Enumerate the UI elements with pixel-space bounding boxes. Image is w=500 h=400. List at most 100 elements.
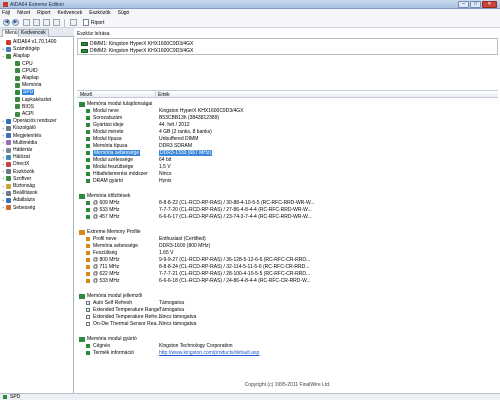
tree-item[interactable]: + Operációs rendszer xyxy=(2,118,57,124)
detail-row[interactable]: Termék információ http://www.kingston.com… xyxy=(86,350,259,356)
tree-item[interactable]: CPU xyxy=(11,61,33,67)
memory-module-icon xyxy=(79,101,85,107)
menu-report[interactable]: Riport xyxy=(37,10,50,16)
field-icon xyxy=(86,158,90,162)
tree-item[interactable]: + Adatbázis xyxy=(2,197,35,203)
spd-icon xyxy=(3,395,7,399)
tree-item[interactable]: + Háttértár xyxy=(2,147,32,153)
field-label: Extended Temperature Range xyxy=(93,307,160,313)
tree-item-label: CPUID xyxy=(22,67,38,74)
menu-bar: Fájl Nézet Riport Kedvencek Eszközök Súg… xyxy=(0,9,500,17)
tree-item[interactable]: Lapkakészlet xyxy=(11,97,51,103)
section-title: Memória modul jellemzői xyxy=(87,293,143,299)
manufacturer-icon xyxy=(79,336,85,342)
aida-logo-icon xyxy=(6,39,11,45)
detail-row[interactable]: Memória sebessége DDR3-1600 (800 MHz) xyxy=(86,243,210,249)
detail-row[interactable]: ✓ Auto Self Refresh Támogatva xyxy=(86,300,184,306)
refresh-icon[interactable] xyxy=(33,19,40,26)
close-button[interactable]: ✕ xyxy=(482,1,497,8)
menu-favorites[interactable]: Kedvencek xyxy=(57,10,82,16)
detail-row[interactable]: Gyártási ideje 44. hét / 2012 xyxy=(86,122,190,128)
detail-row[interactable]: @ 622 MHz 7-7-7-21 (CL-RCD-RP-RAS) / 28-1… xyxy=(86,271,310,277)
minimize-button[interactable]: – xyxy=(458,1,469,8)
detail-row[interactable]: Modul típusa Unbuffered DIMM xyxy=(86,136,198,142)
product-link[interactable]: http://www.kingston.com/products/default… xyxy=(159,350,259,356)
detail-row[interactable]: Profil neve Enthusiast (Certified) xyxy=(86,236,206,242)
back-button[interactable]: ◀ xyxy=(3,19,10,26)
tree-item[interactable]: + Számítógép xyxy=(2,46,40,52)
report-icon xyxy=(83,19,89,26)
tab-favorites[interactable]: Kedvencek xyxy=(18,29,49,37)
tree-item[interactable]: BIOS xyxy=(11,104,34,110)
tree-item[interactable]: + Eszközök xyxy=(2,169,34,175)
detail-row[interactable]: @ 609 MHz 8-8-8-22 (CL-RCD-RP-RAS) / 30-8… xyxy=(86,200,315,206)
detail-row[interactable]: Modul neve Kingston HyperX KHX1600C9D3/4G… xyxy=(86,108,244,114)
detail-row[interactable]: Cégnév Kingston Technology Corporation xyxy=(86,343,233,349)
tree-item[interactable]: SPD xyxy=(11,89,35,96)
report-button[interactable]: Riport xyxy=(83,19,104,26)
toolbar: ◀ ▶ Riport xyxy=(0,17,500,28)
column-divider[interactable] xyxy=(155,91,156,98)
network-icon xyxy=(6,154,11,160)
toolbar-separator xyxy=(64,19,65,27)
detail-row[interactable]: @ 533 MHz 7-7-7-20 (CL-RCD-RP-RAS) / 27-8… xyxy=(86,207,312,213)
device-item[interactable]: DIMM2: Kingston HyperX KHX1600C9D3/4GX xyxy=(81,47,193,54)
up-icon[interactable] xyxy=(23,19,30,26)
tree-item-label: Adatbázis xyxy=(13,197,35,204)
forward-button[interactable]: ▶ xyxy=(12,19,19,26)
detail-row[interactable]: Modul szélessége 64 bit xyxy=(86,157,171,163)
tree-item[interactable]: Alaplap xyxy=(11,75,39,81)
field-label: @ 622 MHz xyxy=(93,271,120,277)
detail-row[interactable]: @ 711 MHz 8-8-8-24 (CL-RCD-RP-RAS) / 32-1… xyxy=(86,264,309,270)
favorites-icon[interactable] xyxy=(70,19,77,26)
field-value: 7-7-7-21 (CL-RCD-RP-RAS) / 28-100-4-10-5… xyxy=(159,271,311,277)
field-icon xyxy=(86,172,90,176)
device-item[interactable]: DIMM1: Kingston HyperX KHX1600C9D3/4GX xyxy=(81,40,193,47)
tree-item[interactable]: − Alaplap xyxy=(2,53,30,59)
detail-row[interactable]: Extended Temperature Refre... Nincs támog… xyxy=(86,314,196,320)
detail-row[interactable]: DRAM gyártó Hynix xyxy=(86,178,172,184)
tree-item[interactable]: CPUID xyxy=(11,68,38,74)
detail-row[interactable]: @ 457 MHz 6-6-6-17 (CL-RCD-RP-RAS) / 23-7… xyxy=(86,214,312,220)
field-label: Feszültség xyxy=(93,250,118,256)
windows-icon xyxy=(6,118,11,124)
menu-file[interactable]: Fájl xyxy=(2,10,10,16)
detail-row[interactable]: Memória típusa DDR3 SDRAM xyxy=(86,143,192,149)
detail-row[interactable]: Hibafelismerési módszer Nincs xyxy=(86,171,172,177)
tree-item[interactable]: AIDA64 v1.70.1400 xyxy=(2,39,56,45)
detail-row[interactable]: On-Die Thermal Sensor Rea... Nincs támoga… xyxy=(86,321,196,327)
tree-item[interactable]: + Szoftver xyxy=(2,176,31,182)
tree-item[interactable]: + DirectX xyxy=(2,161,29,167)
field-label: Extended Temperature Refre... xyxy=(93,314,162,320)
detail-row[interactable]: Sorozatszám B53CBB13h (3843812389) xyxy=(86,115,219,121)
tree-item[interactable]: + Multimédia xyxy=(2,140,37,146)
section-title: Extreme Memory Profile xyxy=(87,229,141,235)
maximize-button[interactable]: □ xyxy=(470,1,481,8)
tree-item[interactable]: + Biztonság xyxy=(2,183,35,189)
tree-item[interactable]: + Hálózat xyxy=(2,154,30,160)
detail-row[interactable]: ✓ Extended Temperature Range Támogatva xyxy=(86,307,184,313)
column-value[interactable]: Érték xyxy=(158,92,170,98)
tree-item[interactable]: + Kiszolgáló xyxy=(2,125,36,131)
tree-item[interactable]: + Sebesség xyxy=(2,205,35,211)
detail-row[interactable]: Feszültség 1.65 V xyxy=(86,250,173,256)
section-title: Memória időzítések xyxy=(87,193,131,199)
column-field[interactable]: Mező xyxy=(80,92,92,98)
menu-view[interactable]: Nézet xyxy=(17,10,30,16)
detail-row[interactable]: Memória sebessége DDR3-1333 (667 MHz) xyxy=(86,150,213,156)
detail-row[interactable]: Modul feszültsége 1.5 V xyxy=(86,164,171,170)
user-icon[interactable] xyxy=(43,19,50,26)
field-label: Hibafelismerési módszer xyxy=(93,171,148,177)
tree-item[interactable]: + Beállítások xyxy=(2,190,37,196)
detail-row[interactable]: Modul mérete 4 GB (2 ranks, 8 banks) xyxy=(86,129,212,135)
tree-item[interactable]: Memória xyxy=(11,82,41,88)
field-label: @ 533 MHz xyxy=(93,278,120,284)
menu-help[interactable]: Súgó xyxy=(118,10,130,16)
tree-item[interactable]: ACPI xyxy=(11,111,34,117)
chart-icon[interactable] xyxy=(53,19,60,26)
detail-row[interactable]: @ 533 MHz 6-6-6-18 (CL-RCD-RP-RAS) / 24-8… xyxy=(86,278,311,284)
detail-row[interactable]: @ 800 MHz 9-9-9-27 (CL-RCD-RP-RAS) / 36-1… xyxy=(86,257,310,263)
menu-tools[interactable]: Eszközök xyxy=(89,10,110,16)
tree-item-label: Számítógép xyxy=(13,46,40,53)
tree-item[interactable]: + Megjelenítés xyxy=(2,133,41,139)
